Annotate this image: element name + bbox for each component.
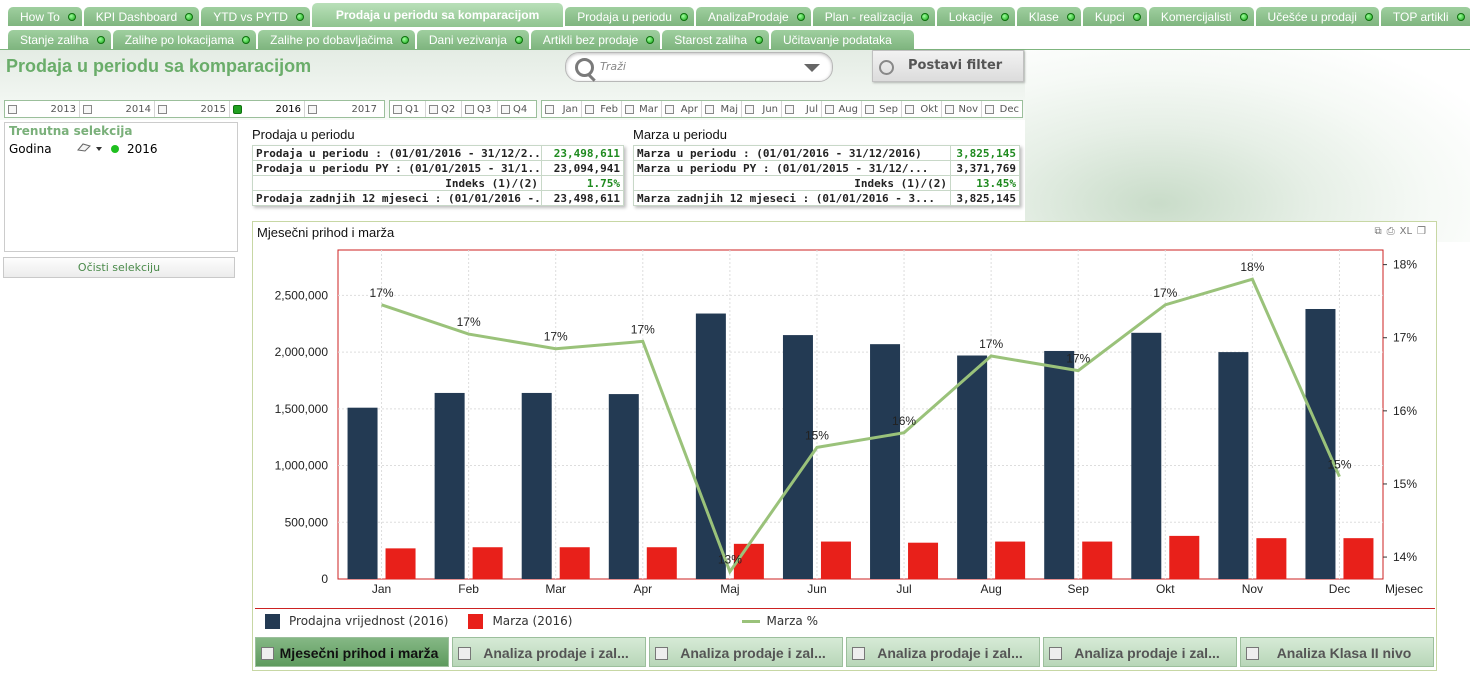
bar-margin [1256,538,1287,579]
y2-tick-label: 17% [1393,331,1417,345]
bar-sales [521,392,552,579]
x-tick-label: Apr [633,582,652,596]
data-label-margin-pct: 17% [544,330,568,344]
bar-margin [1343,538,1374,579]
legend-item-margin: Marza (2016) [468,613,573,629]
data-label-margin-pct: 15% [805,428,829,442]
data-label-margin-pct: 17% [979,337,1003,351]
legend-swatch-margin [468,613,484,629]
x-tick-label: Jan [372,582,391,596]
y2-tick-label: 16% [1393,404,1417,418]
bar-chart-icon [261,647,274,660]
legend-line-margin-pct [742,619,761,623]
bar-margin [1082,541,1113,579]
table-icon [1246,647,1259,660]
bar-margin [385,548,416,579]
bar-sales [1131,332,1162,579]
legend-item-margin-pct: Marza % [582,614,818,628]
legend-item-sales: Prodajna vrijednost (2016) [265,613,449,629]
x-tick-label: Jul [896,582,911,596]
x-tick-label: Maj [720,582,739,596]
chart-tab-label: Mjesečni prihod i marža [279,645,439,661]
bar-sales [957,355,988,579]
bar-sales [695,313,726,579]
chart-legend: Prodajna vrijednost (2016) Marza (2016) … [255,608,1435,633]
chart-tab-1[interactable]: Analiza prodaje i zal... [452,637,646,667]
x-tick-label: Nov [1242,582,1263,596]
data-label-margin-pct: 15% [1327,458,1351,472]
x-tick-label: Aug [980,582,1001,596]
chart-tab-2[interactable]: Analiza prodaje i zal... [649,637,843,667]
data-label-margin-pct: 17% [457,315,481,329]
chart-tab-5[interactable]: Analiza Klasa II nivo [1240,637,1434,667]
legend-label-margin: Marza (2016) [492,614,573,628]
bar-margin [559,547,590,579]
y2-tick-label: 15% [1393,477,1417,491]
legend-label-sales: Prodajna vrijednost (2016) [289,614,449,628]
chart-tab-label: Analiza prodaje i zal... [877,645,1023,661]
bar-margin [1169,535,1200,579]
bar-margin [995,541,1026,579]
y-tick-label: 2,500,000 [275,288,329,302]
x-tick-label: Sep [1068,582,1090,596]
bar-sales [434,392,465,579]
bar-sales [1044,350,1075,579]
chart-tab-4[interactable]: Analiza prodaje i zal... [1043,637,1237,667]
chart-selector-tabs: Mjesečni prihod i marža Analiza prodaje i… [255,637,1437,669]
data-label-margin-pct: 17% [1153,286,1177,300]
data-label-margin-pct: 17% [370,286,394,300]
data-label-margin-pct: 13% [718,553,742,567]
data-label-margin-pct: 18% [1240,260,1264,274]
table-icon [1049,647,1062,660]
y-tick-label: 2,000,000 [275,345,329,359]
bar-sales [608,394,639,579]
x-tick-label: Mar [545,582,566,596]
x-tick-label: Okt [1156,582,1175,596]
data-label-margin-pct: 17% [1066,352,1090,366]
monthly-revenue-chart: 0 500,000 1,000,000 1,500,000 2,000,000 2,500… [275,249,1423,596]
table-icon [852,647,865,660]
chart-tab-3[interactable]: Analiza prodaje i zal... [846,637,1040,667]
y-tick-label: 0 [321,572,328,586]
bar-sales [1305,308,1336,579]
x-tick-label: Feb [458,582,479,596]
table-icon [655,647,668,660]
chart-tab-label: Analiza prodaje i zal... [1074,645,1220,661]
x-axis-label: Mjesec [1385,582,1423,596]
bar-sales [870,344,901,579]
y2-tick-label: 14% [1393,550,1417,564]
bar-margin [472,547,503,579]
y2-tick-label: 18% [1393,258,1417,272]
x-tick-label: Dec [1329,582,1350,596]
bar-margin [820,541,851,579]
bar-margin [908,542,939,579]
bar-margin [646,547,677,579]
bar-sales [1218,352,1249,579]
chart-tab-label: Analiza Klasa II nivo [1276,645,1412,661]
data-label-margin-pct: 16% [892,414,916,428]
legend-swatch-sales [265,613,280,629]
x-tick-label: Jun [807,582,826,596]
chart-tab-0[interactable]: Mjesečni prihod i marža [255,637,449,667]
y-tick-label: 1,500,000 [275,402,329,416]
data-label-margin-pct: 17% [631,322,655,336]
y-tick-label: 1,000,000 [275,459,329,473]
chart-tab-label: Analiza prodaje i zal... [680,645,826,661]
y-tick-label: 500,000 [285,515,329,529]
chart-tab-label: Analiza prodaje i zal... [483,645,629,661]
legend-label-margin-pct: Marza % [766,614,818,628]
bar-sales [347,407,378,579]
table-icon [458,647,471,660]
